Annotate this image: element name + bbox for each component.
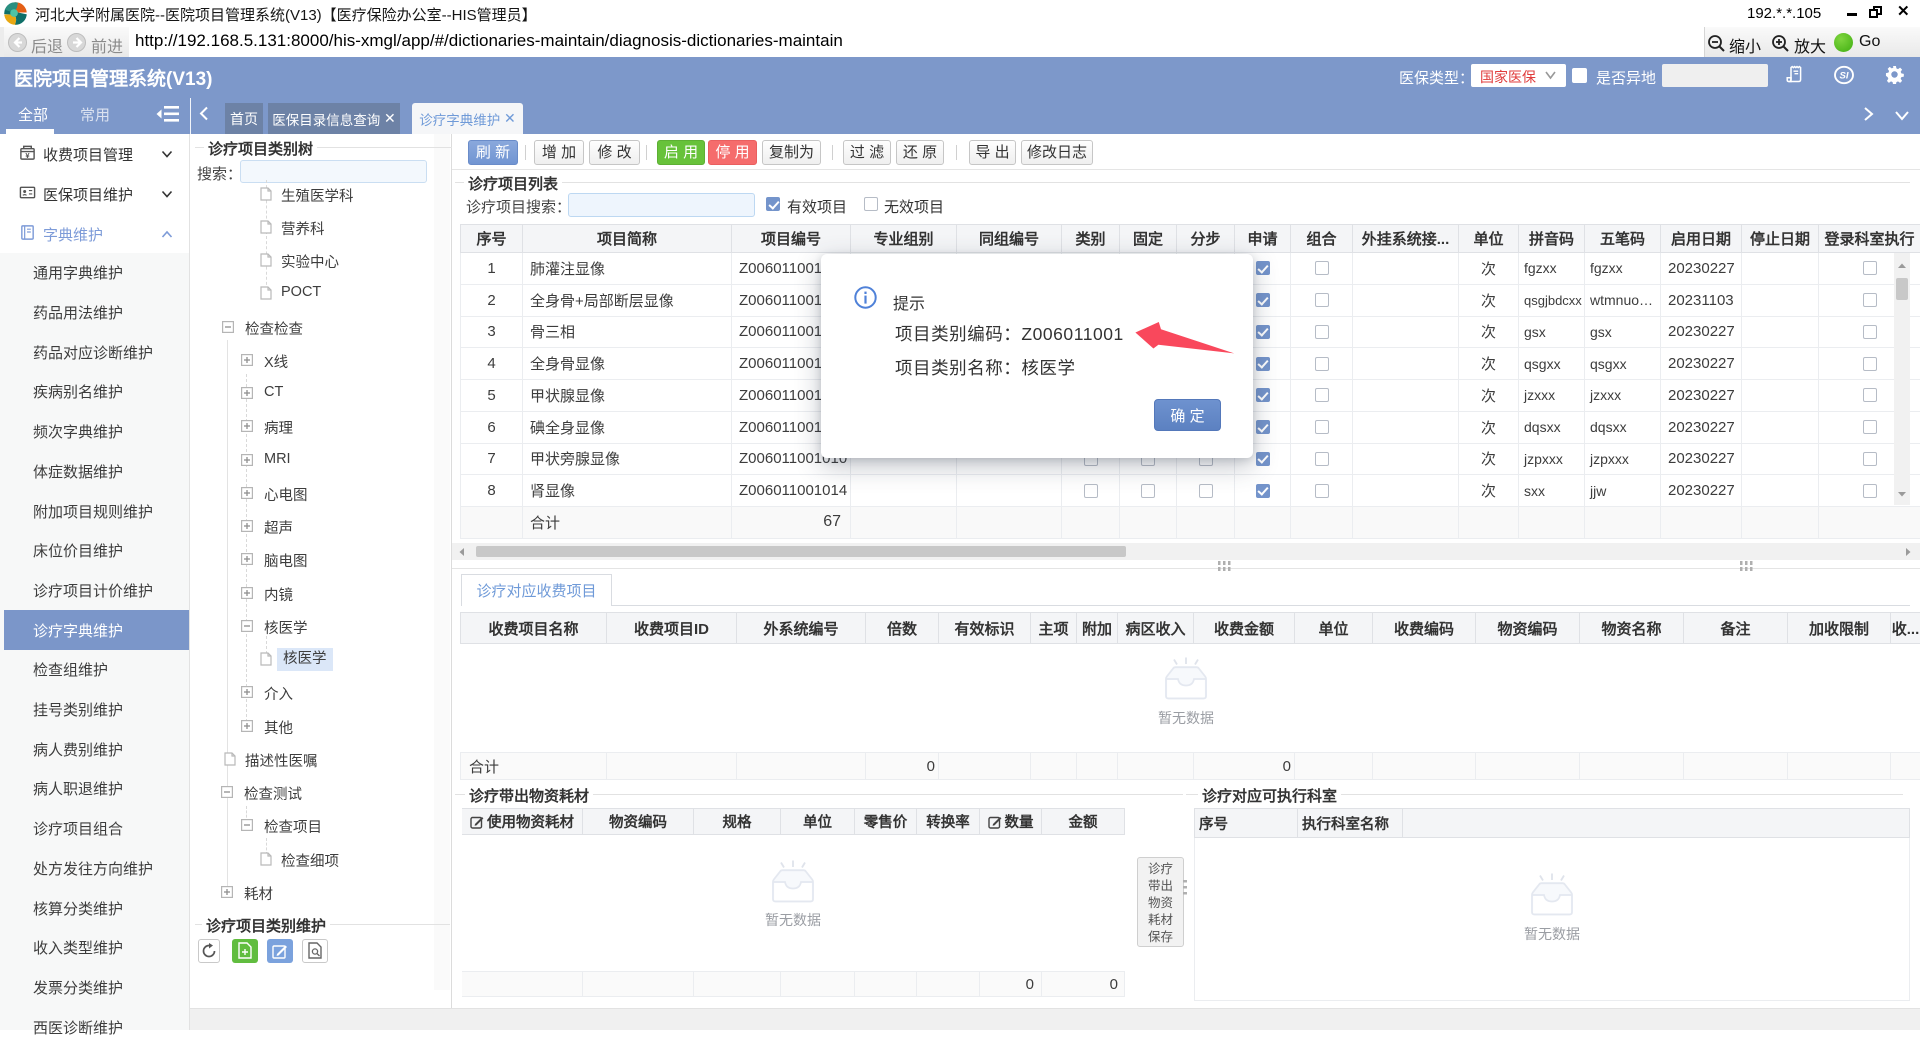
svg-text:SI: SI — [1840, 71, 1849, 82]
